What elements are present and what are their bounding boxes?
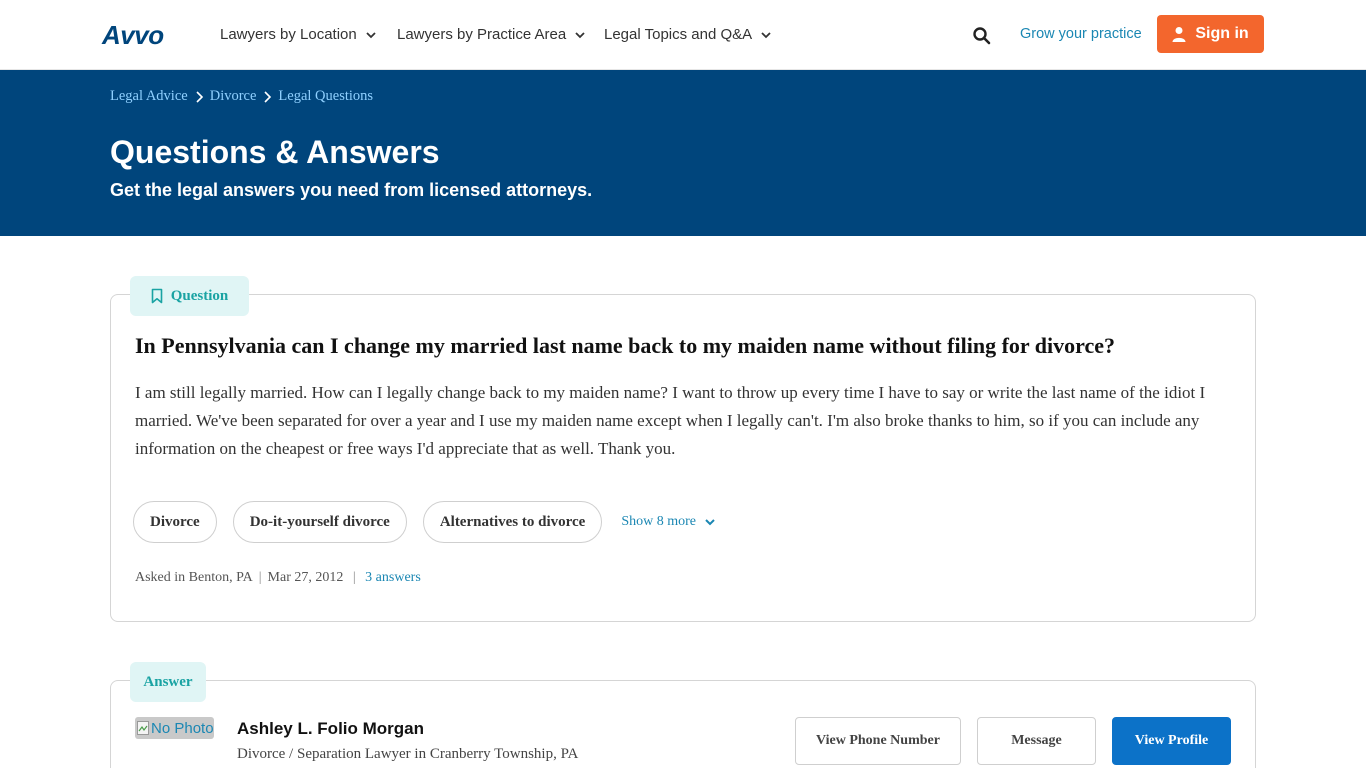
breadcrumb: Legal Advice Divorce Legal Questions [110, 88, 373, 105]
hero-banner: Legal Advice Divorce Legal Questions Que… [0, 70, 1366, 236]
nav-label: Legal Topics and Q&A [604, 26, 753, 43]
chevron-right-icon [264, 90, 272, 103]
breadcrumb-legal-advice[interactable]: Legal Advice [110, 88, 188, 105]
asked-date: Mar 27, 2012 [267, 570, 344, 585]
nav-label: Lawyers by Location [220, 26, 357, 43]
show-more-label: Show 8 more [621, 514, 697, 529]
nav-legal-topics-qa[interactable]: Legal Topics and Q&A [604, 26, 772, 43]
meta-divider: | [349, 570, 360, 585]
breadcrumb-legal-questions[interactable]: Legal Questions [278, 88, 373, 105]
question-badge-label: Question [170, 287, 229, 304]
tag-do-it-yourself-divorce[interactable]: Do-it-yourself divorce [232, 501, 407, 543]
grow-your-practice-link[interactable]: Grow your practice [1020, 26, 1142, 42]
view-phone-number-button[interactable]: View Phone Number [795, 717, 961, 765]
page-subtitle: Get the legal answers you need from lice… [110, 180, 593, 200]
view-profile-button[interactable]: View Profile [1112, 717, 1231, 765]
nav-lawyers-by-location[interactable]: Lawyers by Location [220, 26, 377, 43]
question-body: I am still legally married. How can I le… [135, 383, 1206, 458]
top-navigation: Avvo Lawyers by Location Lawyers by Prac… [0, 0, 1366, 70]
answer-badge: Answer [130, 662, 206, 702]
chevron-right-icon [196, 90, 203, 103]
user-icon [1172, 27, 1186, 42]
sign-in-label: Sign in [1195, 25, 1249, 42]
answers-count-link[interactable]: 3 answers [365, 570, 421, 586]
search-icon[interactable] [972, 26, 992, 46]
sign-in-button[interactable]: Sign in [1157, 15, 1264, 53]
nav-lawyers-by-practice-area[interactable]: Lawyers by Practice Area [397, 26, 586, 43]
lawyer-name[interactable]: Ashley L. Folio Morgan [237, 719, 424, 739]
meta-divider: | [258, 570, 262, 585]
chevron-down-icon [761, 31, 771, 38]
message-button[interactable]: Message [977, 717, 1096, 765]
page-title: Questions & Answers [110, 134, 440, 170]
asked-location: Asked in Benton, PA [135, 570, 253, 585]
tag-alternatives-to-divorce[interactable]: Alternatives to divorce [422, 501, 603, 543]
lawyer-photo[interactable]: No Photo [135, 717, 214, 739]
avvo-logo[interactable]: Avvo [102, 20, 164, 51]
question-badge: Question [130, 276, 249, 316]
lawyer-specialty: Divorce / Separation Lawyer in Cranberry… [237, 746, 579, 762]
nav-label: Lawyers by Practice Area [397, 26, 567, 43]
question-title: In Pennsylvania can I change my married … [135, 333, 1116, 358]
photo-alt-text: No Photo [151, 719, 214, 737]
bookmark-icon [151, 288, 163, 304]
breadcrumb-divorce[interactable]: Divorce [210, 88, 257, 105]
tag-divorce[interactable]: Divorce [133, 501, 217, 543]
chevron-down-icon [366, 31, 376, 38]
show-more-tags-link[interactable]: Show 8 more [621, 514, 716, 530]
topic-tags: Divorce Do-it-yourself divorce Alternati… [133, 501, 716, 543]
question-meta: Asked in Benton, PA | Mar 27, 2012 | 3 a… [135, 570, 421, 586]
chevron-down-icon [705, 519, 715, 526]
broken-image-icon [137, 721, 149, 735]
chevron-down-icon [575, 31, 585, 38]
